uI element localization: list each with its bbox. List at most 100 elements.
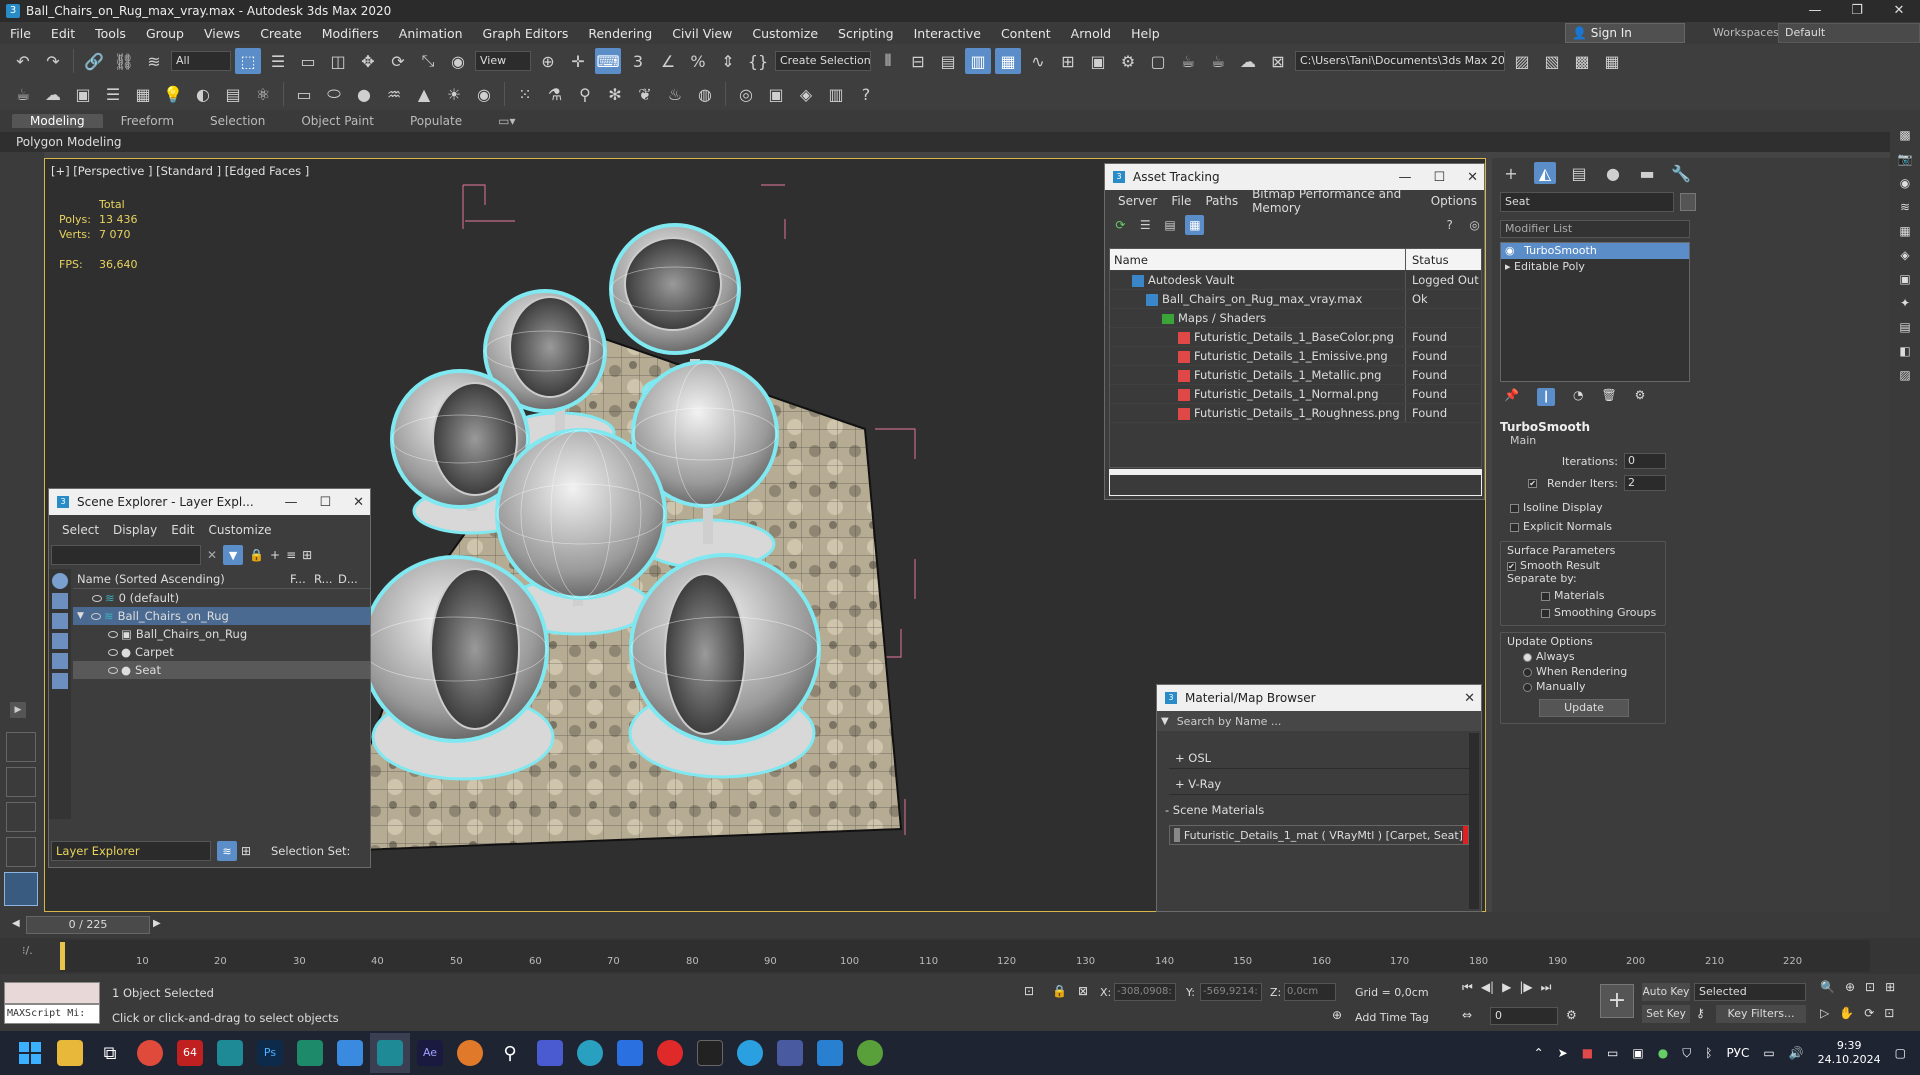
update-button[interactable]: Update xyxy=(1539,699,1629,717)
detail-view-icon[interactable]: ▤ xyxy=(1161,215,1180,235)
display-lights-icon[interactable] xyxy=(52,633,68,649)
minimize-icon[interactable]: — xyxy=(1398,170,1411,185)
cloud-icon[interactable]: ☁ xyxy=(40,81,66,107)
table-row[interactable]: Maps / Shaders xyxy=(1110,309,1481,328)
table-row[interactable]: Futuristic_Details_1_Roughness.png Found xyxy=(1110,404,1481,423)
menu-views[interactable]: Views xyxy=(194,26,250,41)
globe-icon[interactable]: ◎ xyxy=(733,81,759,107)
align-icon[interactable]: ⊟ xyxy=(905,48,931,74)
angle-snap-icon[interactable]: ∠ xyxy=(655,48,681,74)
layout-stack-icon[interactable] xyxy=(6,837,36,867)
maxscript-listener[interactable] xyxy=(4,982,100,1004)
display-geometry-icon[interactable] xyxy=(52,593,68,609)
go-to-end-icon[interactable]: ⏭ xyxy=(1541,980,1552,995)
explicit-normals-checkbox[interactable] xyxy=(1510,522,1519,532)
layout-split-icon[interactable] xyxy=(6,767,36,797)
col-frozen[interactable]: F... xyxy=(290,572,314,586)
list-item[interactable]: ≋ 0 (default) xyxy=(73,589,370,607)
refresh-icon[interactable]: ⟳ xyxy=(1111,215,1130,235)
menu-animation[interactable]: Animation xyxy=(389,26,473,41)
fur-icon[interactable]: ♒ xyxy=(381,81,407,107)
table-icon[interactable]: ▤ xyxy=(1899,320,1910,334)
close-icon[interactable]: ✕ xyxy=(353,495,364,510)
search-options-icon[interactable]: ▼ xyxy=(1161,716,1169,727)
render-icon[interactable]: ◉ xyxy=(1900,176,1910,190)
menu-help[interactable]: Help xyxy=(1121,26,1170,41)
set-key-button[interactable]: Set Key xyxy=(1642,1005,1690,1023)
tab-modeling[interactable]: Modeling xyxy=(12,114,103,128)
group-osl[interactable]: + OSL xyxy=(1169,747,1469,769)
tab-object-paint[interactable]: Object Paint xyxy=(283,114,392,128)
terminal-icon[interactable] xyxy=(690,1033,730,1073)
mirror-icon[interactable]: ⫴ xyxy=(875,48,901,74)
list-item[interactable]: ▼ ≋ Ball_Chairs_on_Rug xyxy=(73,607,370,625)
schematic-view-icon[interactable]: ⊞ xyxy=(1055,48,1081,74)
eye-icon[interactable] xyxy=(90,612,101,620)
render-in-cloud-icon[interactable]: ⊠ xyxy=(1265,48,1291,74)
pivot-icon[interactable]: ⊕ xyxy=(535,48,561,74)
bind-space-warp-icon[interactable]: ≋ xyxy=(141,48,167,74)
vray-icon[interactable]: ◈ xyxy=(793,81,819,107)
auto-key-button[interactable]: Auto Key xyxy=(1642,983,1690,1001)
asset-menu-options[interactable]: Options xyxy=(1424,194,1484,208)
table-row[interactable]: Autodesk Vault Logged Out ... xyxy=(1110,271,1481,290)
notification-icon[interactable]: ▢ xyxy=(1895,1046,1906,1060)
close-project-icon[interactable]: ▦ xyxy=(1599,48,1625,74)
clock[interactable]: 9:39 24.10.2024 xyxy=(1818,1039,1881,1067)
tray-send-icon[interactable]: ➤ xyxy=(1558,1046,1568,1060)
delete-icon[interactable]: 🗑 xyxy=(1601,388,1616,406)
asset-menu-server[interactable]: Server xyxy=(1111,194,1164,208)
scatter-icon[interactable]: ⁙ xyxy=(512,81,538,107)
scene-menu-edit[interactable]: Edit xyxy=(164,523,201,537)
modifier-list-dropdown[interactable]: Modifier List xyxy=(1500,220,1690,238)
manipulate-icon[interactable]: ✛ xyxy=(565,48,591,74)
table-row[interactable]: Futuristic_Details_1_BaseColor.png Found xyxy=(1110,328,1481,347)
key-selection-dropdown[interactable]: Selected xyxy=(1694,983,1806,1001)
picture-icon[interactable]: ▣ xyxy=(70,81,96,107)
modify-tab-icon[interactable]: ◭ xyxy=(1534,162,1556,184)
table-row[interactable]: Futuristic_Details_1_Normal.png Found xyxy=(1110,385,1481,404)
camera-icon[interactable]: ▤ xyxy=(220,81,246,107)
table-view-icon[interactable]: ▦ xyxy=(1185,215,1205,235)
plant-icon[interactable]: ❦ xyxy=(632,81,658,107)
vfb-icon[interactable]: ▣ xyxy=(763,81,789,107)
help-icon[interactable]: ? xyxy=(1440,215,1459,235)
minimize-icon[interactable]: — xyxy=(284,495,297,510)
link-icon[interactable]: 🔗 xyxy=(81,48,107,74)
after-effects-icon[interactable]: Ae xyxy=(410,1033,450,1073)
display-helpers-icon[interactable] xyxy=(52,673,68,689)
menu-customize[interactable]: Customize xyxy=(742,26,828,41)
rollout-title[interactable]: TurboSmooth xyxy=(1500,420,1666,434)
go-to-start-icon[interactable]: ⏮ xyxy=(1462,980,1473,995)
ribbon-options-icon[interactable]: ▭▾ xyxy=(480,114,533,128)
color-icon[interactable]: ▨ xyxy=(1899,368,1910,382)
group-scene-materials[interactable]: - Scene Materials xyxy=(1161,803,1477,821)
start-icon[interactable] xyxy=(10,1033,50,1073)
telegram-icon[interactable] xyxy=(730,1033,770,1073)
sphere-icon[interactable]: ● xyxy=(351,81,377,107)
time-tag-icon[interactable]: ⊕ xyxy=(1332,1008,1342,1022)
isolate-icon[interactable]: ⊡ xyxy=(1024,984,1034,998)
ball-icon[interactable]: ◉ xyxy=(471,81,497,107)
photoshop-icon[interactable]: Ps xyxy=(250,1033,290,1073)
sign-in-button[interactable]: 👤 Sign In xyxy=(1565,23,1685,43)
close-icon[interactable]: ✕ xyxy=(1878,0,1920,22)
menu-civil-view[interactable]: Civil View xyxy=(662,26,742,41)
restore-icon[interactable]: ❐ xyxy=(1836,0,1878,22)
stack-item-turbosmooth[interactable]: ◉ TurboSmooth xyxy=(1501,243,1689,259)
tray-expand-icon[interactable]: ⌃ xyxy=(1534,1046,1544,1060)
menu-file[interactable]: File xyxy=(0,26,41,41)
camera-icon[interactable]: 📷 xyxy=(1898,152,1913,166)
layers-icon[interactable]: ≡ xyxy=(286,548,296,562)
search-app-icon[interactable]: ⚲ xyxy=(490,1033,530,1073)
iterations-spinner[interactable]: 0 xyxy=(1624,453,1666,469)
menu-graph-editors[interactable]: Graph Editors xyxy=(473,26,579,41)
current-frame-field[interactable]: 0 xyxy=(1490,1007,1558,1025)
asset-menu-file[interactable]: File xyxy=(1164,194,1198,208)
eye-icon[interactable] xyxy=(108,630,118,638)
layer-explorer-icon[interactable]: ▥ xyxy=(965,48,991,74)
volume-icon[interactable]: 🔊 xyxy=(1789,1046,1804,1060)
material-search-input[interactable]: Search by Name ... xyxy=(1177,715,1282,728)
always-radio[interactable] xyxy=(1523,652,1532,662)
select-by-name-icon[interactable]: ☰ xyxy=(265,48,291,74)
